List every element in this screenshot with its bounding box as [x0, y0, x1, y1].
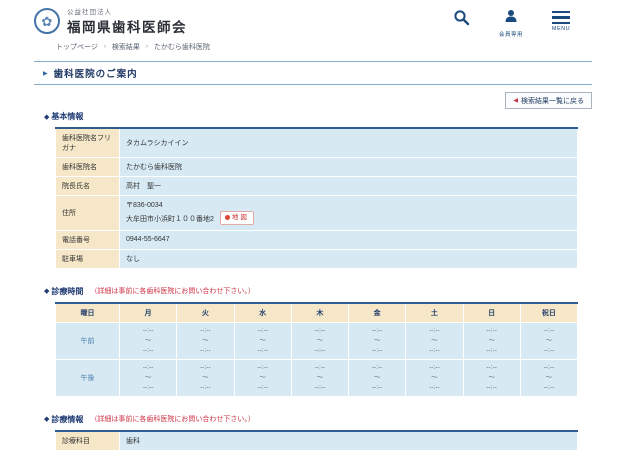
row-label: 歯科医院名フリガナ: [55, 127, 120, 158]
hours-table: 曜日月火水木金土日祝日 午前 --:-- ～ --:-- --:-- ～ --:--…: [55, 301, 579, 397]
time-slot: --:-- ～ --:--: [118, 358, 178, 397]
section-marker-icon: ◆: [44, 416, 50, 424]
time-slot: --:-- ～ --:--: [176, 321, 235, 360]
search-icon: [453, 9, 470, 31]
day-header: 木: [290, 302, 350, 323]
hours-heading-text: 診療時間: [51, 286, 84, 296]
hours-heading: ◆ 診療時間 （詳細は事前に各歯科医院にお問い合わせ下さい。）: [44, 286, 640, 297]
time-slot: --:-- ～ --:--: [347, 358, 407, 397]
members-only-button[interactable]: 会員専用: [498, 9, 524, 38]
site-header: ✿ 公益社団法人 福岡県歯科医師会 会員専用 MENU: [0, 0, 640, 40]
row-value: 歯科: [119, 430, 578, 451]
day-header: 祝日: [519, 302, 579, 323]
row-value: 〒836-0034 大牟田市小浜町１００番地2 地図: [119, 195, 578, 231]
row-value: たかむら歯科医院: [119, 157, 578, 177]
basic-info-table: 歯科医院名フリガナ タカムラシカイイン 歯科医院名 たかむら歯科医院 院長氏名 高村 聖一…: [55, 127, 578, 269]
breadcrumb-item[interactable]: 検索結果: [112, 42, 140, 52]
menu-button[interactable]: MENU: [548, 9, 574, 32]
table-row: 院長氏名 高村 聖一: [55, 176, 578, 196]
time-slot: --:-- ～ --:--: [176, 358, 235, 397]
menu-label: MENU: [551, 26, 571, 33]
time-slot: --:-- ～ --:--: [347, 321, 407, 360]
time-slot: --:-- ～ --:--: [290, 321, 350, 360]
back-to-results-button[interactable]: ◀ 検索結果一覧に戻る: [505, 92, 592, 109]
time-slot: --:-- ～ --:--: [118, 321, 178, 360]
row-label: 電話番号: [55, 229, 120, 250]
treatment-heading: ◆ 診療情報 （詳細は事前に各歯科医院にお問い合わせ下さい。）: [44, 414, 640, 425]
hamburger-icon: [552, 9, 570, 25]
address-line: 大牟田市小浜町１００番地2 地図: [126, 211, 571, 225]
back-button-label: 検索結果一覧に戻る: [521, 97, 584, 105]
address-line: 〒836-0034: [126, 202, 163, 209]
search-button[interactable]: [448, 9, 474, 31]
map-button[interactable]: 地図: [219, 211, 254, 225]
breadcrumb-item[interactable]: トップページ: [56, 42, 98, 52]
day-header: 水: [233, 302, 292, 323]
table-row: 住所 〒836-0034 大牟田市小浜町１００番地2 地図: [55, 195, 578, 231]
section-marker-icon: ◆: [44, 113, 50, 121]
org-name: 福岡県歯科医師会: [67, 20, 187, 35]
day-header: 金: [347, 302, 407, 323]
time-slot: --:-- ～ --:--: [462, 321, 521, 360]
treatment-note: （詳細は事前に各歯科医院にお問い合わせ下さい。）: [90, 416, 255, 424]
table-row: 歯科医院名 たかむら歯科医院: [55, 157, 578, 177]
association-emblem-icon: ✿: [34, 8, 60, 34]
day-column-header: 曜日: [55, 302, 120, 323]
time-slot: --:-- ～ --:--: [233, 321, 292, 360]
breadcrumb-item: たかむら歯科医院: [153, 44, 210, 51]
table-row: 診療科目 歯科: [55, 430, 578, 451]
org-type-label: 公益社団法人: [67, 9, 112, 16]
time-slot: --:-- ～ --:--: [519, 358, 579, 397]
time-slot: --:-- ～ --:--: [462, 358, 521, 397]
breadcrumb-separator-icon: ›: [145, 44, 148, 50]
day-header: 火: [176, 302, 235, 323]
day-header: 月: [118, 302, 178, 323]
basic-info-heading: ◆ 基本情報: [44, 111, 640, 122]
table-row: 歯科医院名フリガナ タカムラシカイイン: [55, 127, 578, 158]
row-label: 診療科目: [55, 430, 120, 451]
day-header: 日: [462, 302, 521, 323]
period-label: 午後: [55, 358, 120, 397]
page-title-bar: ▶ 歯科医院のご案内: [34, 61, 592, 85]
back-row: ◀ 検索結果一覧に戻る: [0, 89, 592, 109]
site-logo[interactable]: ✿ 公益社団法人 福岡県歯科医師会: [34, 6, 187, 36]
day-header: 土: [405, 302, 464, 323]
hours-note: （詳細は事前に各歯科医院にお問い合わせ下さい。）: [90, 288, 255, 296]
map-button-label: 地図: [231, 213, 249, 221]
row-value: タカムラシカイイン: [119, 127, 578, 158]
header-actions: 会員専用 MENU: [448, 6, 574, 38]
row-label: 住所: [55, 195, 120, 231]
map-pin-icon: [224, 215, 230, 221]
time-slot: --:-- ～ --:--: [519, 321, 579, 360]
table-row: 駐車場 なし: [55, 248, 578, 269]
hours-row: 午後 --:-- ～ --:-- --:-- ～ --:-- --:-- ～ --:-…: [55, 358, 579, 397]
row-label: 駐車場: [55, 248, 120, 269]
hours-row: 午前 --:-- ～ --:-- --:-- ～ --:-- --:-- ～ --:-…: [55, 321, 579, 360]
section-marker-icon: ◆: [44, 288, 50, 296]
members-only-label: 会員専用: [498, 32, 523, 38]
table-row: 電話番号 0944-55-6647: [55, 229, 578, 250]
time-slot: --:-- ～ --:--: [405, 321, 464, 360]
time-slot: --:-- ～ --:--: [233, 358, 292, 397]
time-slot: --:-- ～ --:--: [405, 358, 464, 397]
row-label: 歯科医院名: [55, 157, 120, 177]
person-icon: [504, 9, 518, 28]
row-label: 院長氏名: [55, 176, 120, 196]
time-slot: --:-- ～ --:--: [290, 358, 350, 397]
page-title: 歯科医院のご案内: [53, 69, 138, 80]
row-value: なし: [119, 248, 578, 269]
period-label: 午前: [55, 321, 120, 360]
breadcrumb: トップページ › 検索結果 › たかむら歯科医院: [0, 40, 640, 52]
title-marker-icon: ▶: [43, 70, 48, 77]
breadcrumb-separator-icon: ›: [103, 44, 106, 50]
row-value: 高村 聖一: [119, 176, 578, 196]
row-value: 0944-55-6647: [119, 229, 578, 250]
back-arrow-icon: ◀: [513, 98, 518, 104]
treatment-table: 診療科目 歯科: [55, 429, 578, 451]
treatment-heading-text: 診療情報: [51, 414, 84, 424]
basic-info-heading-text: 基本情報: [51, 112, 84, 121]
